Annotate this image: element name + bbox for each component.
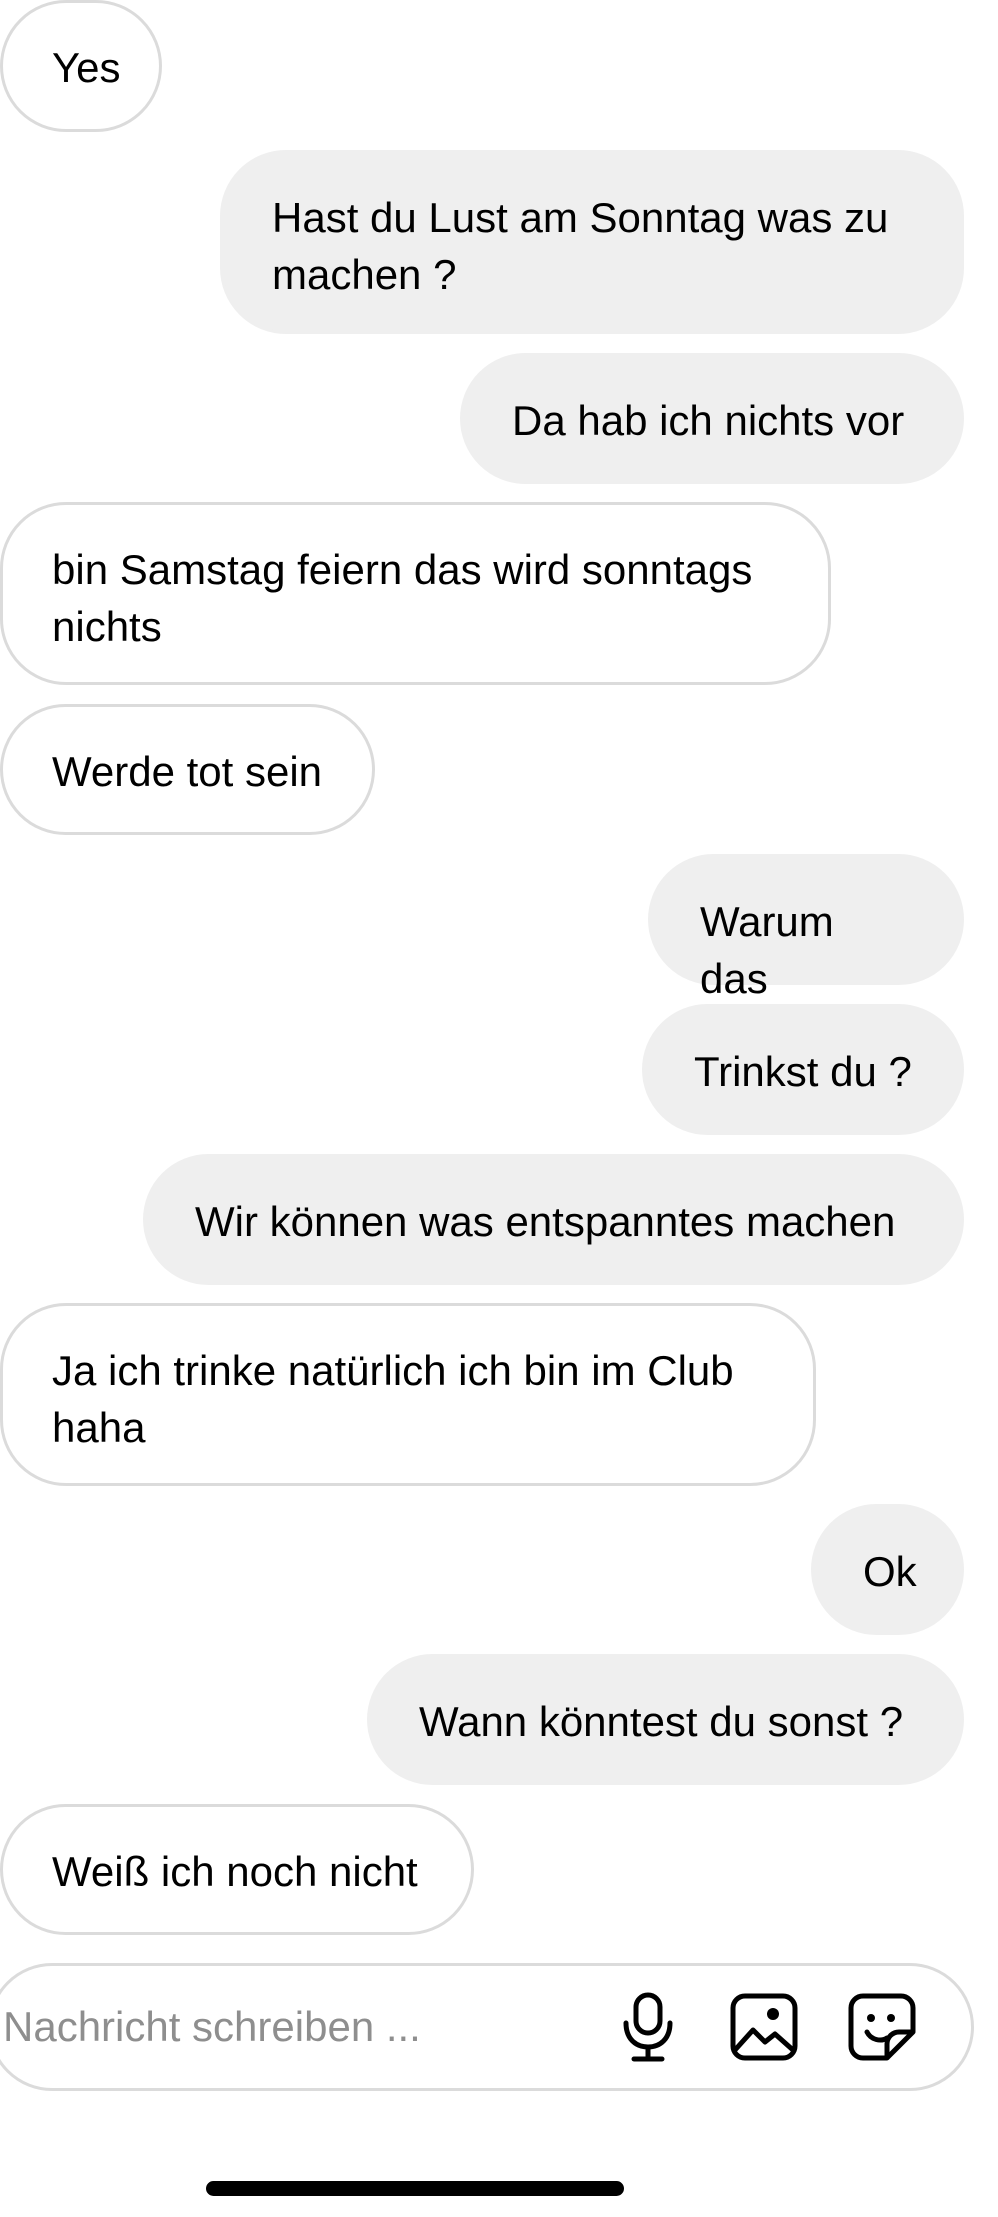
message-incoming[interactable]: Werde tot sein xyxy=(0,704,375,835)
sticker-button[interactable] xyxy=(843,1988,921,2066)
message-incoming[interactable]: Ja ich trinke natürlich ich bin im Club … xyxy=(0,1303,816,1486)
image-button[interactable] xyxy=(725,1988,803,2066)
message-outgoing[interactable]: Ok xyxy=(811,1504,964,1635)
message-outgoing[interactable]: Hast du Lust am Sonntag was zu machen ? xyxy=(220,150,964,334)
message-incoming[interactable]: bin Samstag feiern das wird sonntags nic… xyxy=(0,502,831,685)
microphone-icon xyxy=(623,1992,673,2062)
message-outgoing[interactable]: Wann könntest du sonst ? xyxy=(367,1654,964,1785)
message-incoming[interactable]: Yes xyxy=(0,0,162,132)
message-input[interactable] xyxy=(3,1994,603,2060)
message-outgoing[interactable]: Warum das xyxy=(648,854,964,1002)
message-outgoing[interactable]: Wir können was entspanntes machen xyxy=(143,1154,964,1285)
message-composer xyxy=(0,1963,974,2091)
home-indicator[interactable] xyxy=(206,2181,624,2196)
microphone-button[interactable] xyxy=(609,1988,687,2066)
message-incoming[interactable]: Weiß ich noch nicht xyxy=(0,1804,474,1935)
message-outgoing[interactable]: Trinkst du ? xyxy=(642,1004,964,1135)
image-icon xyxy=(730,1993,798,2061)
message-outgoing[interactable]: Da hab ich nichts vor xyxy=(460,353,964,484)
sticker-icon xyxy=(848,1993,916,2061)
